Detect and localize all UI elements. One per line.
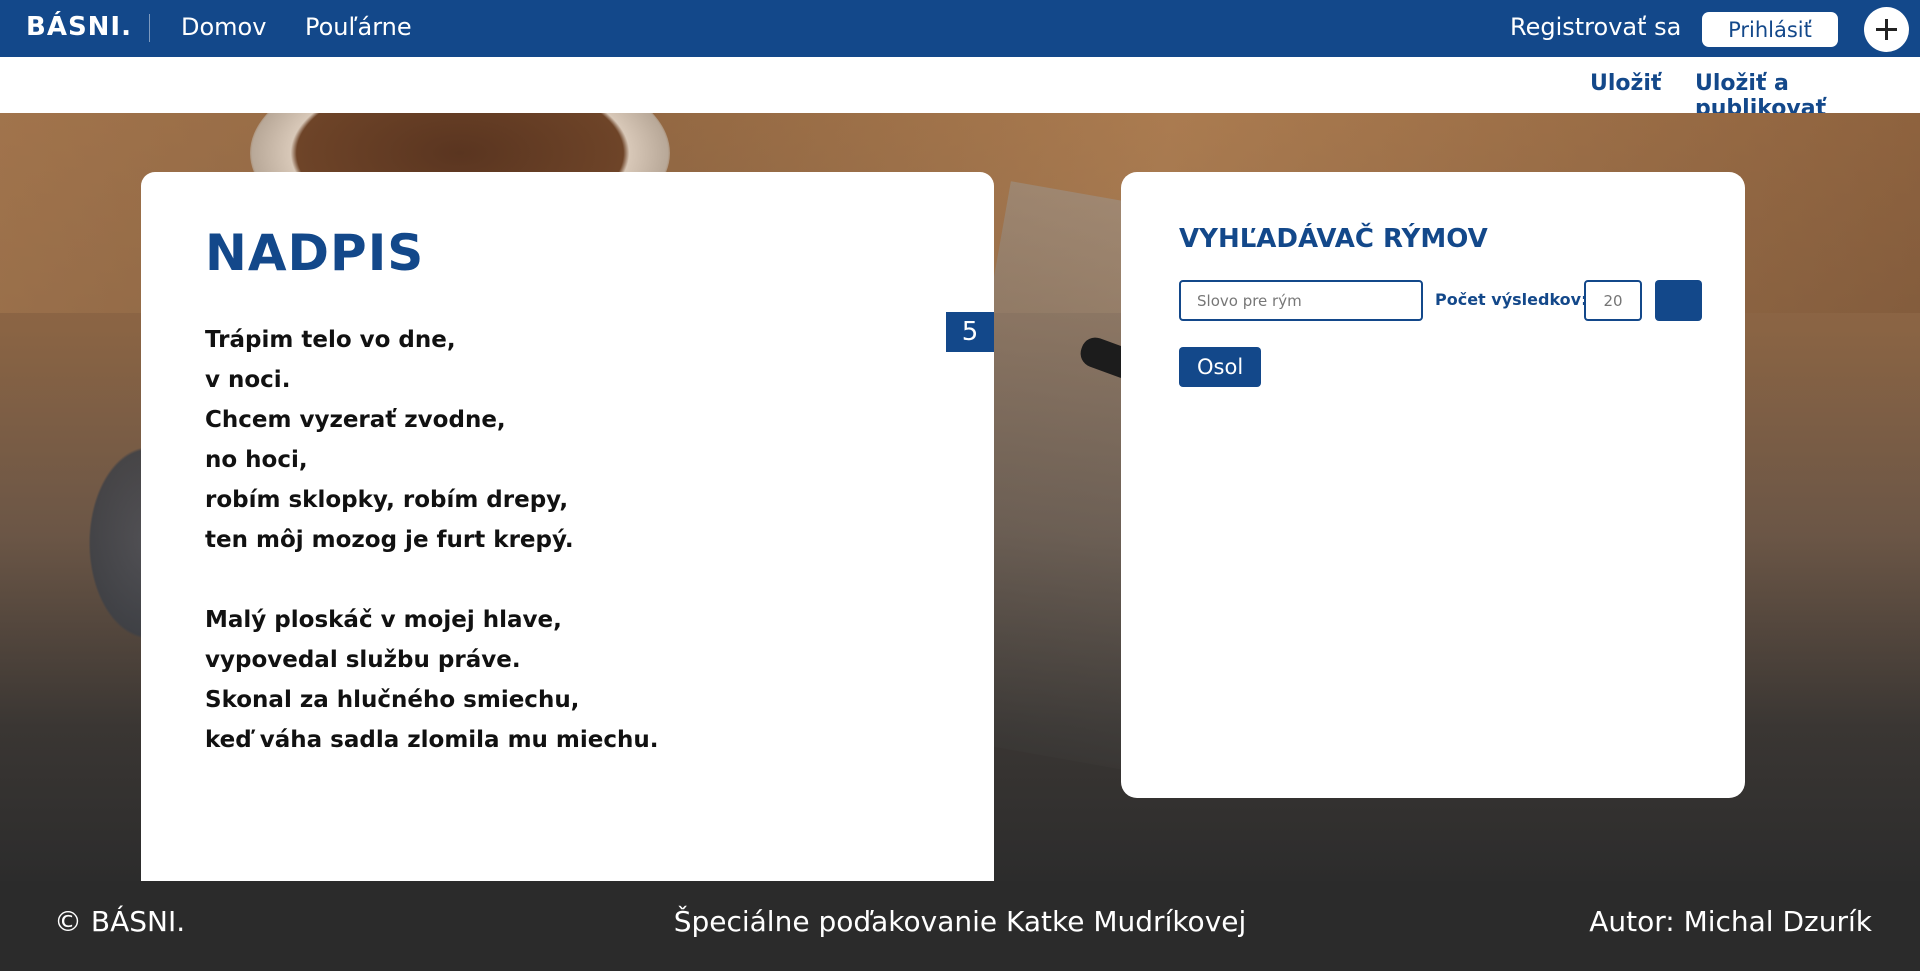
rhyme-finder-card: VYHĽADÁVAČ RÝMOV Počet výsledkov: Osol <box>1121 172 1745 798</box>
poem-editor-card[interactable]: NADPIS Trápim telo vo dne, v noci. Chcem v… <box>141 172 994 881</box>
editor-action-bar: Uložiť Uložiť a publikovať <box>0 57 1920 121</box>
syllable-count-badge: 5 <box>946 312 994 352</box>
poem-text[interactable]: Trápim telo vo dne, v noci. Chcem vyzerať … <box>205 320 659 760</box>
rhyme-result-item[interactable]: Osol <box>1179 347 1262 387</box>
nav-divider <box>149 14 150 42</box>
add-poem-icon[interactable] <box>1864 7 1909 52</box>
poem-line: Skonal za hlučného smiechu, <box>205 687 580 713</box>
login-button[interactable]: Prihlásiť <box>1702 12 1838 47</box>
nav-link-popular[interactable]: Pouľárne <box>305 13 412 41</box>
poem-title[interactable]: NADPIS <box>205 224 424 282</box>
stanza-gap <box>205 560 659 600</box>
nav-link-home[interactable]: Domov <box>181 13 266 41</box>
rhyme-search-button[interactable] <box>1655 280 1702 321</box>
footer-author: Autor: Michal Dzurík <box>1589 905 1872 938</box>
poem-line: robím sklopky, robím drepy, <box>205 487 569 513</box>
poem-line: keď váha sadla zlomila mu miechu. <box>205 727 659 753</box>
brand-logo[interactable]: BÁSNI. <box>26 12 132 42</box>
poem-line: no hoci, <box>205 447 308 473</box>
poem-line: ten môj mozog je furt krepý. <box>205 527 574 553</box>
save-button[interactable]: Uložiť <box>1590 71 1661 96</box>
rhyme-finder-title: VYHĽADÁVAČ RÝMOV <box>1179 224 1488 254</box>
poem-line: Trápim telo vo dne, <box>205 327 456 353</box>
register-link[interactable]: Registrovať sa <box>1510 13 1681 41</box>
poem-line: vypovedal službu práve. <box>205 647 521 673</box>
poem-line: Chcem vyzerať zvodne, <box>205 407 506 433</box>
poem-line: v noci. <box>205 367 291 393</box>
result-count-label: Počet výsledkov: <box>1435 290 1588 309</box>
poem-line: Malý ploskáč v mojej hlave, <box>205 607 562 633</box>
footer: © BÁSNI. Špeciálne poďakovanie Katke Mud… <box>0 881 1920 971</box>
rhyme-word-input[interactable] <box>1179 280 1423 321</box>
top-navbar: BÁSNI. Domov Pouľárne Registrovať sa Pri… <box>0 0 1920 57</box>
result-count-input[interactable] <box>1584 280 1642 321</box>
